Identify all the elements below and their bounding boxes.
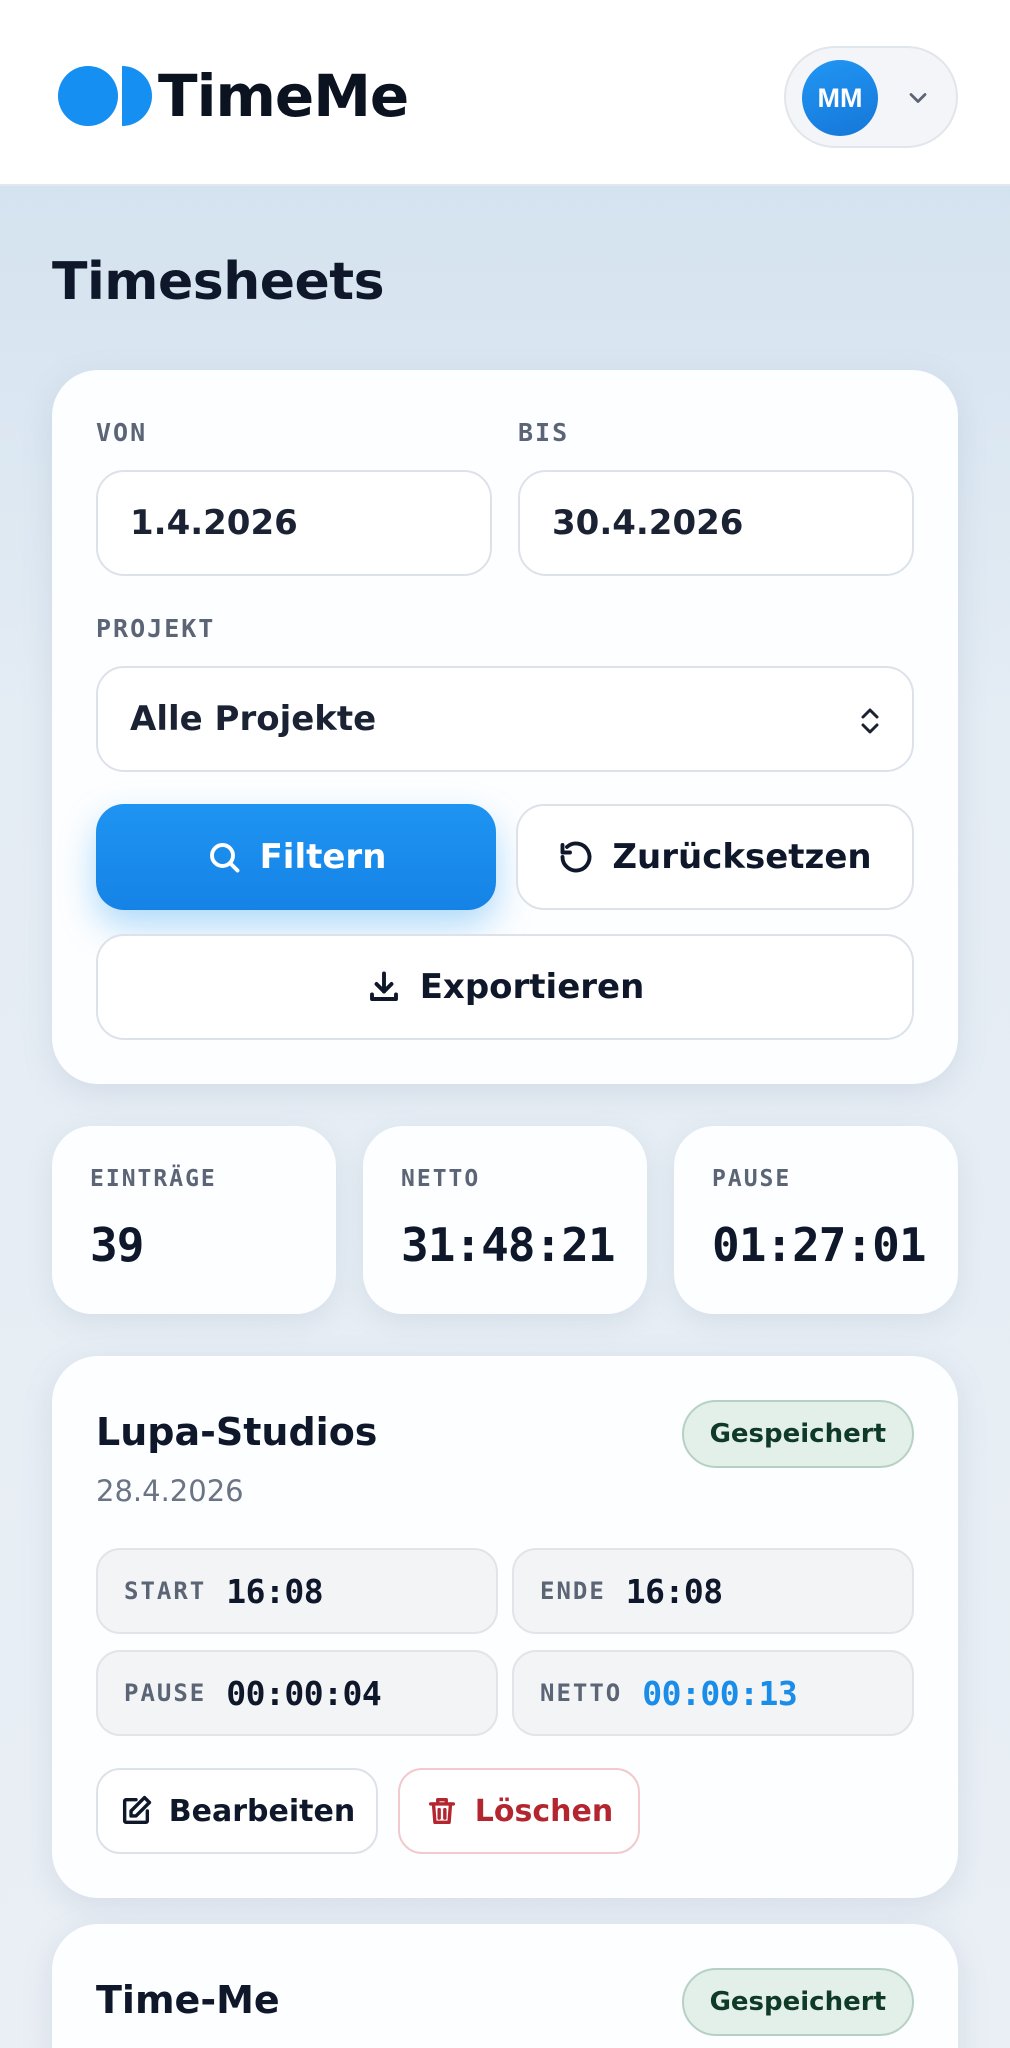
- cell-value: 16:08: [625, 1571, 723, 1611]
- filter-button[interactable]: Filtern: [96, 804, 496, 910]
- trash-icon: [428, 1797, 455, 1825]
- timesheet-entry: Lupa-Studios 28.4.2026 Gespeichert START…: [52, 1356, 958, 1898]
- edit-button-label: Bearbeiten: [168, 1793, 356, 1829]
- status-badge: Gespeichert: [681, 1968, 914, 2036]
- cell-label: START: [124, 1577, 207, 1605]
- stat-value: 39: [90, 1218, 144, 1272]
- stat-label: PAUSE: [712, 1166, 792, 1192]
- from-label: VON: [96, 418, 148, 447]
- cell-label: PAUSE: [124, 1679, 207, 1707]
- delete-button[interactable]: Löschen: [398, 1768, 640, 1854]
- entry-project: Lupa-Studios: [96, 1410, 378, 1454]
- to-date-input[interactable]: 30.4.2026: [518, 470, 914, 576]
- cell-label: ENDE: [540, 1577, 606, 1605]
- filter-card: VON 1.4.2026 BIS 30.4.2026 PROJEKT Alle …: [52, 370, 958, 1084]
- project-label: PROJEKT: [96, 614, 216, 643]
- filter-button-label: Filtern: [259, 837, 387, 877]
- stat-value: 01:27:01: [712, 1218, 927, 1272]
- stat-entries: EINTRÄGE 39: [52, 1126, 336, 1314]
- stat-pause: PAUSE 01:27:01: [674, 1126, 958, 1314]
- stat-value: 31:48:21: [401, 1218, 616, 1272]
- entry-project: Time-Me: [96, 1978, 280, 2022]
- cell-value: 00:00:04: [226, 1673, 382, 1713]
- brand-name: TimeMe: [158, 62, 409, 130]
- cell-value: 00:00:13: [642, 1673, 798, 1713]
- avatar: MM: [802, 60, 878, 136]
- stat-net: NETTO 31:48:21: [363, 1126, 647, 1314]
- page-title: Timesheets: [52, 252, 385, 312]
- app-header: TimeMe MM: [0, 0, 1010, 186]
- stat-label: EINTRÄGE: [90, 1166, 217, 1192]
- select-arrows-icon: [861, 708, 879, 734]
- edit-icon: [122, 1795, 151, 1825]
- to-label: BIS: [518, 418, 570, 447]
- project-select-value: Alle Projekte: [130, 699, 377, 739]
- from-date-input[interactable]: 1.4.2026: [96, 470, 492, 576]
- reset-button[interactable]: Zurücksetzen: [516, 804, 914, 910]
- reset-button-label: Zurücksetzen: [612, 837, 872, 877]
- stat-label: NETTO: [401, 1166, 481, 1192]
- entry-end: ENDE 16:08: [512, 1548, 914, 1634]
- cell-value: 16:08: [226, 1571, 324, 1611]
- project-select[interactable]: Alle Projekte: [96, 666, 914, 772]
- timesheet-entry: Time-Me Gespeichert: [52, 1924, 958, 2048]
- entry-date: 28.4.2026: [96, 1474, 244, 1508]
- reset-icon: [560, 841, 592, 873]
- entry-start: START 16:08: [96, 1548, 498, 1634]
- status-badge: Gespeichert: [681, 1400, 914, 1468]
- cell-label: NETTO: [540, 1679, 623, 1707]
- timeme-logo-icon: [58, 64, 154, 128]
- export-button-label: Exportieren: [419, 967, 645, 1007]
- entry-pause: PAUSE 00:00:04: [96, 1650, 498, 1736]
- edit-button[interactable]: Bearbeiten: [96, 1768, 378, 1854]
- entry-net: NETTO 00:00:13: [512, 1650, 914, 1736]
- user-menu-button[interactable]: MM: [784, 46, 958, 148]
- export-button[interactable]: Exportieren: [96, 934, 914, 1040]
- download-icon: [369, 971, 398, 1001]
- search-icon: [209, 843, 240, 873]
- chevron-down-icon: [909, 93, 927, 103]
- brand-logo[interactable]: TimeMe: [58, 62, 409, 130]
- delete-button-label: Löschen: [474, 1793, 614, 1829]
